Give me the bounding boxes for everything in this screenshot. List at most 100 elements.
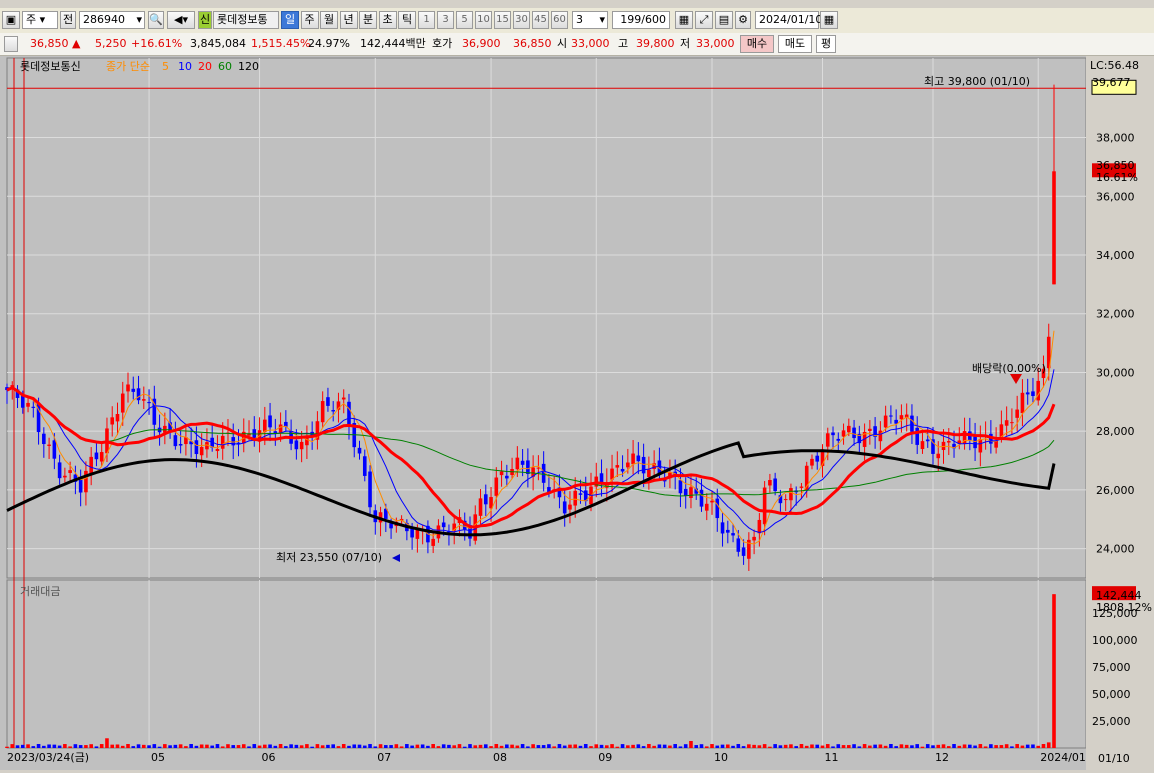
volume-bar [520, 744, 525, 748]
volume-bar [799, 744, 804, 748]
volume-bar [541, 745, 546, 748]
tab-5[interactable]: 초 [378, 11, 397, 29]
code-input[interactable]: 286940 ▾ [79, 11, 145, 29]
volume-bar [1052, 594, 1056, 748]
volume-bar [731, 745, 735, 748]
draw-icon[interactable]: ⤢ [695, 11, 713, 29]
interval-button-15[interactable]: 15 [494, 11, 511, 29]
gear-icon[interactable]: ⚙ [735, 11, 751, 29]
interval-button-45[interactable]: 45 [532, 11, 549, 29]
interval-button-60[interactable]: 60 [551, 11, 568, 29]
volume-bar [831, 746, 835, 748]
volume-bar [757, 745, 762, 748]
date-input[interactable]: 2024/01/10 [755, 11, 822, 29]
month-label: 2024/01 [1040, 751, 1086, 764]
volume-ratio: 1,515.45% [251, 37, 311, 50]
volume-bar [673, 744, 677, 748]
interval-button-1[interactable]: 1 [418, 11, 435, 29]
volume-bar [973, 745, 977, 748]
interval-button-3[interactable]: 3 [437, 11, 454, 29]
tab-6[interactable]: 틱 [398, 11, 416, 29]
volume-bar [63, 744, 67, 748]
sell-button[interactable]: 매도 [778, 35, 812, 53]
volume-bar [362, 745, 367, 748]
search-icon[interactable]: 🔍 [148, 11, 164, 29]
month-label: 08 [493, 751, 507, 764]
stock-chart[interactable]: 24,000 26,000 28,000 30,000 32,000 34,000 36,0… [0, 56, 1154, 770]
legend-ma20: 20 [198, 60, 212, 73]
candle-body [331, 410, 336, 412]
tab-2[interactable]: 월 [320, 11, 338, 29]
volume-bar [620, 744, 625, 748]
volume-bar [163, 744, 167, 748]
month-label: 09 [598, 751, 612, 764]
candle-body [1031, 391, 1035, 397]
volume-bar [110, 744, 115, 748]
interval-button-5[interactable]: 5 [456, 11, 473, 29]
low-price: 33,000 [696, 37, 735, 50]
speaker-icon[interactable]: ◀▾ [167, 11, 195, 29]
interval-button-30[interactable]: 30 [513, 11, 530, 29]
prev-button[interactable]: 전 [60, 11, 76, 29]
interval-button-10[interactable]: 10 [475, 11, 492, 29]
volume-bar [184, 746, 188, 748]
candle-body [615, 465, 620, 468]
volume-bar [562, 745, 567, 748]
volume-bar [552, 746, 556, 748]
candle-body [773, 478, 777, 492]
volume-bar [305, 744, 309, 748]
volume-bar [889, 744, 893, 748]
candle-body [89, 456, 93, 475]
volume-bar [157, 746, 162, 748]
info-icon[interactable] [4, 36, 18, 52]
volume-bar [215, 744, 220, 748]
count-field[interactable]: 199/600 [612, 11, 670, 29]
candle-body [294, 440, 299, 450]
volume-bar [894, 746, 898, 748]
volume-bar [904, 744, 909, 748]
volume-bar [199, 744, 204, 748]
candle-body [341, 397, 346, 400]
chart-area[interactable]: 24,000 26,000 28,000 30,000 32,000 34,000 36,0… [0, 56, 1154, 770]
volume-bar [31, 746, 36, 748]
candle-body [131, 388, 136, 392]
tab-1[interactable]: 주 [300, 11, 319, 29]
volume-bar [341, 744, 346, 748]
grid-icon[interactable]: ▦ [675, 11, 693, 29]
panel-icon[interactable]: ▣ [2, 11, 20, 29]
volume-bar [78, 745, 83, 748]
tab-4[interactable]: 분 [359, 11, 377, 29]
volume-bar [615, 746, 620, 748]
volume-bar [957, 745, 962, 748]
candle-body [710, 500, 714, 503]
volume-bar [710, 744, 714, 748]
volume-bar [841, 745, 846, 748]
candle-body [825, 433, 830, 447]
candle-body [878, 430, 883, 442]
eval-button[interactable]: 평 [816, 35, 836, 53]
volume-bar [389, 745, 393, 748]
interval-select[interactable]: 3 ▾ [572, 11, 608, 29]
volume-bar [704, 746, 709, 748]
volume-bar [941, 744, 946, 748]
candle-body [99, 452, 104, 462]
candle-body [683, 488, 688, 496]
tab-3[interactable]: 년 [339, 11, 358, 29]
buy-button[interactable]: 매수 [740, 35, 774, 53]
volume-bar [804, 745, 809, 748]
volume-bar [52, 744, 57, 748]
calendar-icon[interactable]: ▦ [820, 11, 838, 29]
candle-body [268, 415, 272, 428]
candle-body [815, 455, 820, 462]
volume-bar [1041, 744, 1046, 748]
volume-bar [694, 745, 699, 748]
tab-0[interactable]: 일 [281, 11, 299, 29]
period-type-select[interactable]: 주 ▾ [22, 11, 58, 29]
volume-bar [120, 745, 125, 748]
candle-body [757, 519, 762, 534]
volume-bar [378, 744, 383, 748]
volume-bar [152, 744, 157, 748]
volume-bar [115, 744, 120, 748]
price-tick: 28,000 [1096, 425, 1135, 438]
save-icon[interactable]: ▤ [715, 11, 733, 29]
